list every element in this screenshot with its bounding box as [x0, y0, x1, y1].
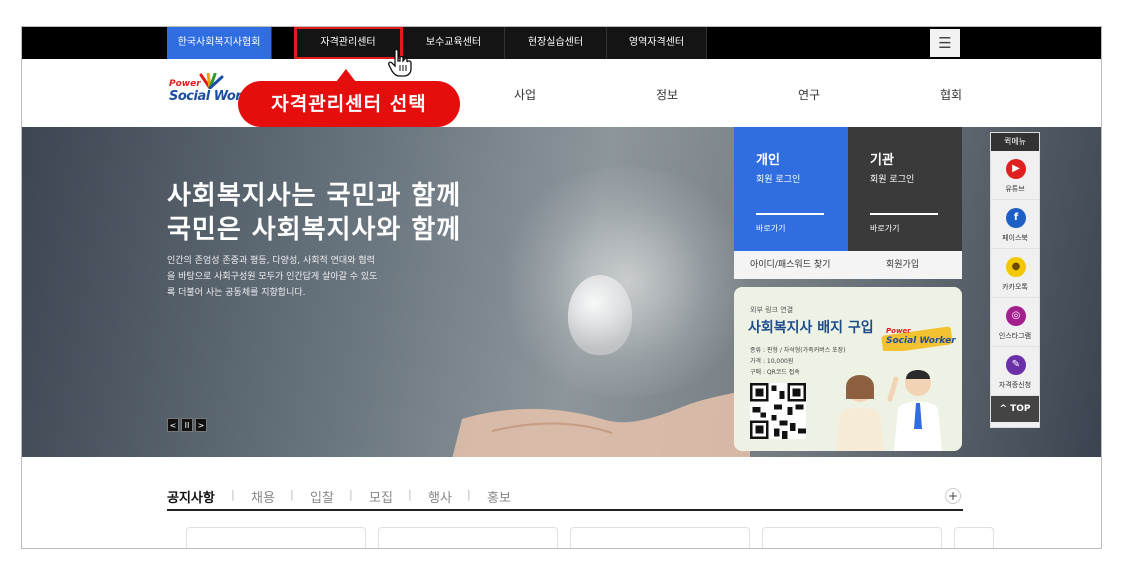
facebook-icon: f — [1006, 208, 1026, 228]
center-tab-bar: 한국사회복지사협회 자격관리센터 보수교육센터 현장실습센터 영역자격센터 ☰ — [22, 27, 1101, 60]
badge-logo: Power Social Worker — [880, 325, 956, 354]
tab-area-certification-center[interactable]: 영역자격센터 — [607, 27, 707, 59]
tab-event[interactable]: 행사 — [428, 487, 452, 506]
badge-logo-power: Power — [886, 327, 911, 335]
join-link[interactable]: 회원가입 — [886, 251, 919, 279]
find-id-password-link[interactable]: 아이디/패스워드 찾기 — [750, 251, 830, 279]
notice-card[interactable] — [762, 527, 942, 548]
browser-viewport: 한국사회복지사협회 자격관리센터 보수교육센터 현장실습센터 영역자격센터 ☰ … — [21, 26, 1102, 549]
certificate-icon: ✎ — [1006, 355, 1026, 375]
quick-menu-title: 퀵메뉴 — [991, 133, 1039, 151]
login-links: 아이디/패스워드 찾기 회원가입 — [734, 251, 962, 279]
kakaotalk-icon: ● — [1006, 257, 1026, 277]
quick-facebook[interactable]: f 페이스북 — [991, 200, 1039, 249]
tab-recruit[interactable]: 채용 — [251, 487, 275, 506]
separator: | — [349, 488, 353, 501]
tab-continuing-education-center[interactable]: 보수교육센터 — [403, 27, 505, 59]
badge-info-type: 종류 : 핀형 / 자석형(가죽커버스 포장) — [750, 347, 846, 354]
hero-description-line1: 인간의 존엄성 존중과 평등, 다양성, 사회적 연대와 협력 — [167, 256, 375, 266]
badge-external-link-label: 외부 링크 연결 — [750, 306, 794, 314]
slide-controls: < II > — [167, 413, 209, 432]
notice-section: 공지사항 | 채용 | 입찰 | 모집 | 행사 | 홍보 + — [167, 483, 963, 511]
gnb-research[interactable]: 연구 — [798, 86, 820, 103]
callout-label: 자격관리센터 선택 — [238, 81, 460, 127]
quick-facebook-label: 페이스북 — [1002, 234, 1028, 242]
org-login-box[interactable]: 기관 회원 로그인 바로가기 — [848, 127, 962, 251]
personal-login-link[interactable]: 바로가기 — [756, 223, 785, 234]
quick-certificate[interactable]: ✎ 자격증신청 — [991, 347, 1039, 396]
slide-prev-button[interactable]: < — [167, 418, 179, 432]
quick-kakaotalk-label: 카카오톡 — [1002, 283, 1028, 291]
scroll-top-button[interactable]: ^ TOP — [991, 396, 1039, 422]
badge-logo-main: Social Worker — [886, 336, 956, 346]
youtube-icon: ▶ — [1006, 159, 1026, 179]
tab-field-practice-center[interactable]: 현장실습센터 — [505, 27, 607, 59]
hand-cursor-icon — [388, 49, 412, 77]
logo-power-text: Power — [169, 79, 201, 89]
hero-banner: 사회복지사는 국민과 함께 국민은 사회복지사와 함께 인간의 존엄성 존중과 … — [22, 127, 1101, 457]
separator: | — [408, 488, 412, 501]
notice-card[interactable] — [186, 527, 366, 548]
qr-code-icon[interactable] — [750, 383, 806, 439]
quick-youtube-label: 유튜브 — [1005, 185, 1025, 193]
gnb-business[interactable]: 사업 — [514, 86, 536, 103]
tab-promotion[interactable]: 홍보 — [487, 487, 511, 506]
gnb-association[interactable]: 협회 — [940, 86, 962, 103]
people-illustration — [836, 370, 942, 451]
notice-card[interactable] — [954, 527, 994, 548]
menu-button[interactable]: ☰ — [930, 29, 960, 57]
balloon-image — [568, 275, 632, 355]
hero-description-line2: 을 바탕으로 사회구성원 모두가 인간답게 살아갈 수 있도 — [167, 272, 378, 282]
org-login-title: 기관 — [870, 153, 894, 168]
hand-image — [452, 389, 750, 457]
hamburger-icon: ☰ — [938, 34, 952, 52]
personal-login-title: 개인 — [756, 153, 780, 168]
quick-kakaotalk[interactable]: ● 카카오톡 — [991, 249, 1039, 298]
personal-login-sub: 회원 로그인 — [756, 175, 801, 185]
org-login-sub: 회원 로그인 — [870, 175, 915, 185]
tab-notice[interactable]: 공지사항 — [167, 487, 215, 506]
quick-menu: 퀵메뉴 ▶ 유튜브 f 페이스북 ● 카카오톡 ◎ 인스타그램 ✎ 자격증신청 … — [990, 132, 1040, 428]
notice-card[interactable] — [570, 527, 750, 548]
instagram-icon: ◎ — [1006, 306, 1026, 326]
tab-kasw[interactable]: 한국사회복지사협회 — [167, 27, 272, 59]
quick-instagram[interactable]: ◎ 인스타그램 — [991, 298, 1039, 347]
badge-purchase-banner[interactable]: 외부 링크 연결 사회복지사 배지 구입 종류 : 핀형 / 자석형(가죽커버스… — [734, 287, 962, 451]
slide-next-button[interactable]: > — [195, 418, 207, 432]
divider — [756, 213, 824, 215]
slide-pause-button[interactable]: II — [181, 418, 193, 432]
more-plus-button[interactable]: + — [945, 488, 961, 504]
separator: | — [467, 488, 471, 501]
badge-info-purchase: 구매 : QR코드 접속 — [750, 369, 800, 376]
hero-title-line2: 국민은 사회복지사와 함께 — [167, 215, 462, 245]
notice-card[interactable] — [378, 527, 558, 548]
hero-title-line1: 사회복지사는 국민과 함께 — [167, 181, 462, 211]
badge-info-price: 가격 : 10,000원 — [750, 358, 794, 365]
separator: | — [231, 488, 235, 501]
site-header: Power Social Worker 사업 정보 연구 협회 — [22, 59, 1101, 127]
tab-bid[interactable]: 입찰 — [310, 487, 334, 506]
badge-title: 사회복지사 배지 구입 — [748, 320, 874, 336]
quick-youtube[interactable]: ▶ 유튜브 — [991, 151, 1039, 200]
personal-login-box[interactable]: 개인 회원 로그인 바로가기 — [734, 127, 848, 251]
divider — [870, 213, 938, 215]
notice-tabs: 공지사항 | 채용 | 입찰 | 모집 | 행사 | 홍보 + — [167, 483, 963, 511]
tab-collect[interactable]: 모집 — [369, 487, 393, 506]
separator: | — [290, 488, 294, 501]
org-login-link[interactable]: 바로가기 — [870, 223, 899, 234]
hero-description-line3: 록 더불어 사는 공동체를 지향합니다. — [167, 288, 306, 298]
quick-instagram-label: 인스타그램 — [998, 332, 1032, 340]
quick-certificate-label: 자격증신청 — [998, 381, 1032, 389]
gnb-info[interactable]: 정보 — [656, 86, 678, 103]
